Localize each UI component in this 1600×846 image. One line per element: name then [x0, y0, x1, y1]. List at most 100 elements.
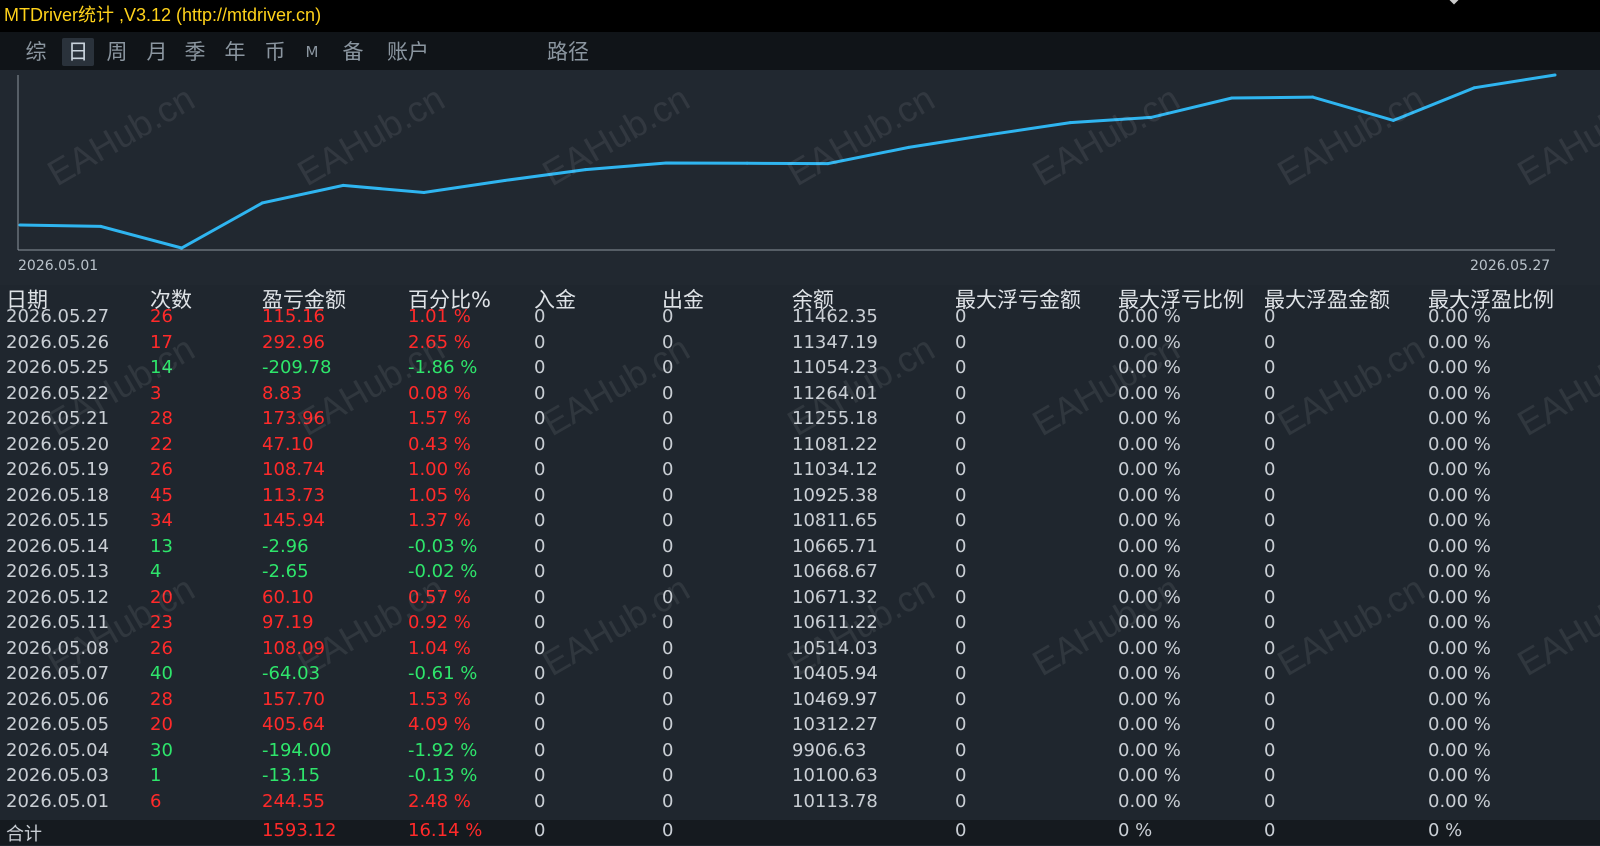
cell-bal: 10100.63	[792, 765, 878, 786]
tab-3[interactable]: 月	[144, 38, 170, 66]
cell-mfpp: 0.00 %	[1428, 408, 1491, 429]
cell-dep: 0	[534, 357, 546, 378]
cell-bal: 10925.38	[792, 484, 878, 506]
cell-bal: 10113.78	[792, 790, 878, 812]
cell-count: 22	[150, 433, 173, 455]
balance-point-10	[826, 162, 830, 166]
cell-bal: 11347.19	[792, 331, 878, 353]
tab-5[interactable]: 年	[222, 38, 248, 66]
table-row[interactable]: 2026.05.06 28 157.70 1.53 % 0 0 10469.97 0 0.00 …	[0, 689, 1600, 714]
tab-7[interactable]: M	[302, 38, 322, 66]
balance-point-4	[341, 183, 345, 187]
table-row[interactable]: 2026.05.25 14 -209.78 -1.86 % 0 0 11054.23 0 0.0…	[0, 357, 1600, 382]
table-row[interactable]: 2026.05.20 22 47.10 0.43 % 0 0 11081.22 0 0.00 %…	[0, 434, 1600, 459]
cell-mfp: 0	[1264, 612, 1276, 633]
cell-pct: 1.57 %	[408, 408, 471, 429]
cell-bal: 10405.94	[792, 663, 878, 684]
table-row[interactable]: 2026.05.12 20 60.10 0.57 % 0 0 10671.32 0 0.00 %…	[0, 587, 1600, 612]
cell-pct: 1.00 %	[408, 459, 471, 480]
cell-mfp: 0	[1264, 484, 1276, 506]
cell-count: 1	[150, 765, 162, 786]
cell-wd: 0	[662, 408, 674, 429]
cell-bal: 11255.18	[792, 408, 878, 429]
table-row[interactable]: 2026.05.01 6 244.55 2.48 % 0 0 10113.78 0 0.00 %…	[0, 791, 1600, 816]
cell-pct: 1.53 %	[408, 688, 471, 710]
tab-4[interactable]: 季	[182, 38, 208, 66]
table-row[interactable]: 2026.05.11 23 97.19 0.92 % 0 0 10611.22 0 0.00 %…	[0, 612, 1600, 637]
cell-pct: -0.02 %	[408, 561, 478, 582]
cell-dep: 0	[534, 790, 546, 812]
cell-mflp: 0.00 %	[1118, 714, 1181, 735]
cell-pnl: 145.94	[262, 510, 325, 531]
table-row[interactable]: 2026.05.21 28 173.96 1.57 % 0 0 11255.18 0 0.00 …	[0, 408, 1600, 433]
cell-pnl: 47.10	[262, 433, 314, 455]
table-row[interactable]: 2026.05.22 3 8.83 0.08 % 0 0 11264.01 0 0.00 % 0 0…	[0, 383, 1600, 408]
cell-mfp: 0	[1264, 357, 1276, 378]
cell-date: 2026.05.05	[6, 714, 110, 735]
cell-wd: 0	[662, 663, 674, 684]
tab-0[interactable]: 综	[22, 38, 50, 66]
cell-pct: -0.61 %	[408, 663, 478, 684]
cell-count: 28	[150, 688, 173, 710]
cell-pct: 0.43 %	[408, 433, 471, 455]
tab-9[interactable]: 账户	[380, 38, 436, 66]
cell-mflp: 0.00 %	[1118, 306, 1181, 327]
table-row[interactable]: 2026.05.08 26 108.09 1.04 % 0 0 10514.03 0 0.00 …	[0, 638, 1600, 663]
cell-pnl: 8.83	[262, 382, 303, 404]
balance-point-6	[503, 178, 507, 182]
cell-mfp: 0	[1264, 688, 1276, 710]
cell-date: 2026.05.19	[6, 459, 110, 480]
table-row[interactable]: 2026.05.18 45 113.73 1.05 % 0 0 10925.38 0 0.00 …	[0, 485, 1600, 510]
cell-date: 2026.05.07	[6, 663, 110, 684]
table-row[interactable]: 2026.05.27 26 115.16 1.01 % 0 0 11462.35 0 0.00 …	[0, 306, 1600, 331]
cell-mfl: 0	[955, 637, 967, 659]
cell-pct: -1.92 %	[408, 739, 478, 761]
table-row[interactable]: 2026.05.05 20 405.64 4.09 % 0 0 10312.27 0 0.00 …	[0, 714, 1600, 739]
cell-mfpp: 0.00 %	[1428, 382, 1491, 404]
tab-10[interactable]: 路径	[540, 38, 596, 66]
cell-mfp: 0	[1264, 561, 1276, 582]
table-row[interactable]: 2026.05.13 4 -2.65 -0.02 % 0 0 10668.67 0 0.00 %…	[0, 561, 1600, 586]
cell-mfpp: 0.00 %	[1428, 739, 1491, 761]
balance-point-17	[1391, 118, 1395, 122]
cell-mfl: 0	[955, 688, 967, 710]
table-total-row: 合计 1593.12 16.14 % 0 0 0 0 % 0 0 %	[0, 820, 1600, 845]
cell-date: 2026.05.06	[6, 688, 110, 710]
cell-mfp: 0	[1264, 765, 1276, 786]
cell-bal: 11462.35	[792, 306, 878, 327]
cell-wd: 0	[662, 790, 674, 812]
table-row[interactable]: 2026.05.19 26 108.74 1.00 % 0 0 11034.12 0 0.00 …	[0, 459, 1600, 484]
table-row[interactable]: 2026.05.03 1 -13.15 -0.13 % 0 0 10100.63 0 0.00 …	[0, 765, 1600, 790]
table-row[interactable]: 2026.05.07 40 -64.03 -0.61 % 0 0 10405.94 0 0.00…	[0, 663, 1600, 688]
tab-2[interactable]: 周	[104, 38, 130, 66]
cell-mfpp: 0.00 %	[1428, 484, 1491, 506]
table-row[interactable]: 2026.05.15 34 145.94 1.37 % 0 0 10811.65 0 0.00 …	[0, 510, 1600, 535]
cell-bal: 10469.97	[792, 688, 878, 710]
cell-pct: 0.92 %	[408, 612, 471, 633]
cell-date: 2026.05.04	[6, 739, 110, 761]
cell-count: 20	[150, 586, 173, 608]
cell-mfpp: 0.00 %	[1428, 765, 1491, 786]
cell-mfl: 0	[955, 790, 967, 812]
table-row[interactable]: 2026.05.04 30 -194.00 -1.92 % 0 0 9906.63 0 0.00…	[0, 740, 1600, 765]
tab-8[interactable]: 备	[340, 38, 366, 66]
tab-6[interactable]: 币	[262, 38, 288, 66]
cell-mflp: 0.00 %	[1118, 739, 1181, 761]
balance-point-19	[1553, 73, 1557, 77]
table-row[interactable]: 2026.05.14 13 -2.96 -0.03 % 0 0 10665.71 0 0.00 …	[0, 536, 1600, 561]
cell-mfp: 0	[1264, 663, 1276, 684]
total-pnl: 1593.12	[262, 820, 337, 841]
cell-mfp: 0	[1264, 382, 1276, 404]
cell-date: 2026.05.15	[6, 510, 110, 531]
balance-point-5	[422, 190, 426, 194]
cell-dep: 0	[534, 459, 546, 480]
cell-date: 2026.05.26	[6, 331, 110, 353]
cell-pnl: 405.64	[262, 714, 325, 735]
total-mflp: 0 %	[1118, 820, 1153, 841]
cell-pnl: 113.73	[262, 484, 325, 506]
cell-mfl: 0	[955, 408, 967, 429]
cell-count: 6	[150, 790, 162, 812]
total-mfp: 0	[1264, 820, 1276, 841]
tab-1[interactable]: 日	[62, 38, 94, 66]
table-row[interactable]: 2026.05.26 17 292.96 2.65 % 0 0 11347.19 0 0.00 …	[0, 332, 1600, 357]
